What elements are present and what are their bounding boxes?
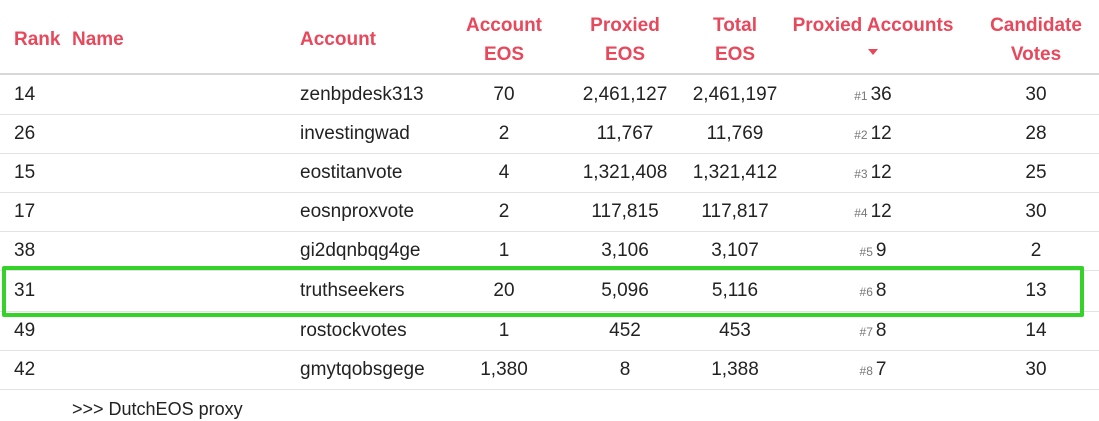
proxied-accounts-rank: #4 <box>854 206 868 220</box>
proxied-accounts-value: 8 <box>875 320 887 341</box>
header-proxied-eos-line2: EOS <box>604 44 646 65</box>
proxied-accounts-rank: #5 <box>859 245 873 259</box>
proxied-accounts-cell: #7 8 <box>786 319 960 344</box>
total-eos-cell: 1,388 <box>711 359 759 380</box>
proxied-eos-cell: 11,767 <box>596 123 654 144</box>
account-cell[interactable]: gmytqobsgege <box>300 358 425 382</box>
header-divider <box>0 73 1099 75</box>
candidate-votes-cell: 2 <box>1030 240 1042 261</box>
total-eos-cell: 2,461,197 <box>692 84 778 105</box>
account-cell[interactable]: gi2dqnbqg4ge <box>300 239 420 263</box>
name-cell: >>> DutchEOS proxy <box>72 399 243 419</box>
proxied-accounts-cell: #8 7 <box>786 358 960 383</box>
proxied-eos-cell: 2,461,127 <box>582 84 668 105</box>
proxied-accounts-rank: #8 <box>859 364 873 378</box>
rank-cell: 49 <box>14 320 36 341</box>
candidate-votes-cell: 30 <box>1025 201 1047 222</box>
header-proxied-accounts[interactable]: Proxied Accounts <box>786 11 960 60</box>
proxied-eos-cell: 8 <box>619 359 631 380</box>
proxied-accounts-cell: #5 9 <box>786 239 960 264</box>
candidate-votes-cell: 14 <box>1025 320 1047 341</box>
row-divider <box>0 153 1099 154</box>
account-eos-cell: 2 <box>498 123 510 144</box>
header-account-eos-line1: Account <box>466 15 542 36</box>
total-eos-cell: 3,107 <box>711 240 759 261</box>
account-eos-cell: 1,380 <box>480 359 528 380</box>
rank-cell: 17 <box>14 201 36 222</box>
row-divider <box>0 389 1099 390</box>
header-total-eos-line2: EOS <box>714 44 756 65</box>
account-eos-cell: 70 <box>493 84 515 105</box>
proxied-accounts-cell: #2 12 <box>786 122 960 147</box>
proxied-accounts-cell: #4 12 <box>786 200 960 225</box>
header-candidate-votes-line2: Votes <box>1010 44 1062 65</box>
proxied-accounts-value: 9 <box>875 240 887 261</box>
header-account-eos[interactable]: Account EOS <box>454 11 554 69</box>
row-divider <box>0 350 1099 351</box>
proxied-accounts-rank: #3 <box>854 167 868 181</box>
proxied-accounts-value: 12 <box>870 201 892 222</box>
proxied-eos-cell: 3,106 <box>601 240 649 261</box>
proxied-accounts-cell: #3 12 <box>786 161 960 186</box>
proxied-accounts-rank: #1 <box>854 89 868 103</box>
header-rank[interactable]: Rank <box>14 25 60 54</box>
rank-cell: 26 <box>14 123 36 144</box>
header-candidate-votes-line1: Candidate <box>990 15 1082 36</box>
row-divider <box>0 231 1099 232</box>
header-total-eos[interactable]: Total EOS <box>685 11 785 69</box>
proxied-accounts-rank: #7 <box>859 325 873 339</box>
account-eos-cell: 1 <box>498 320 510 341</box>
header-account[interactable]: Account <box>300 25 376 54</box>
account-eos-cell: 2 <box>498 201 510 222</box>
header-candidate-votes[interactable]: Candidate Votes <box>980 11 1092 69</box>
account-cell[interactable]: zenbpdesk313 <box>300 83 424 107</box>
total-eos-cell: 11,769 <box>706 123 764 144</box>
header-total-eos-line1: Total <box>713 15 757 36</box>
proxied-accounts-value: 7 <box>875 359 887 380</box>
proxied-accounts-value: 36 <box>870 84 892 105</box>
account-cell[interactable]: eosnproxvote <box>300 200 414 224</box>
account-eos-cell: 1 <box>498 240 510 261</box>
header-proxied-accounts-label: Proxied Accounts <box>792 15 954 36</box>
account-cell[interactable]: investingwad <box>300 122 410 146</box>
header-name[interactable]: Name <box>72 25 124 54</box>
total-eos-cell: 117,817 <box>701 201 769 222</box>
proxied-accounts-value: 12 <box>870 162 892 183</box>
proxied-eos-cell: 1,321,408 <box>582 162 668 183</box>
header-proxied-eos-line1: Proxied <box>590 15 660 36</box>
header-account-eos-line2: EOS <box>483 44 525 65</box>
header-proxied-eos[interactable]: Proxied EOS <box>571 11 679 69</box>
row-divider <box>0 192 1099 193</box>
sort-desc-icon <box>786 40 960 60</box>
account-eos-cell: 4 <box>498 162 510 183</box>
highlight-box <box>2 266 1084 317</box>
candidate-votes-cell: 28 <box>1025 123 1047 144</box>
candidate-votes-cell: 30 <box>1025 84 1047 105</box>
row-divider <box>0 114 1099 115</box>
candidate-votes-cell: 30 <box>1025 359 1047 380</box>
proxied-accounts-cell: #1 36 <box>786 83 960 108</box>
proxied-eos-cell: 117,815 <box>591 201 659 222</box>
total-eos-cell: 1,321,412 <box>692 162 778 183</box>
rank-cell: 42 <box>14 359 36 380</box>
rank-cell: 15 <box>14 162 36 183</box>
candidate-votes-cell: 25 <box>1025 162 1047 183</box>
account-cell[interactable]: rostockvotes <box>300 319 407 343</box>
proxied-eos-cell: 452 <box>609 320 641 341</box>
rank-cell: 38 <box>14 240 36 261</box>
proxied-accounts-value: 12 <box>870 123 892 144</box>
proxied-accounts-rank: #2 <box>854 128 868 142</box>
account-cell[interactable]: eostitanvote <box>300 161 402 185</box>
rank-cell: 14 <box>14 84 36 105</box>
total-eos-cell: 453 <box>719 320 751 341</box>
